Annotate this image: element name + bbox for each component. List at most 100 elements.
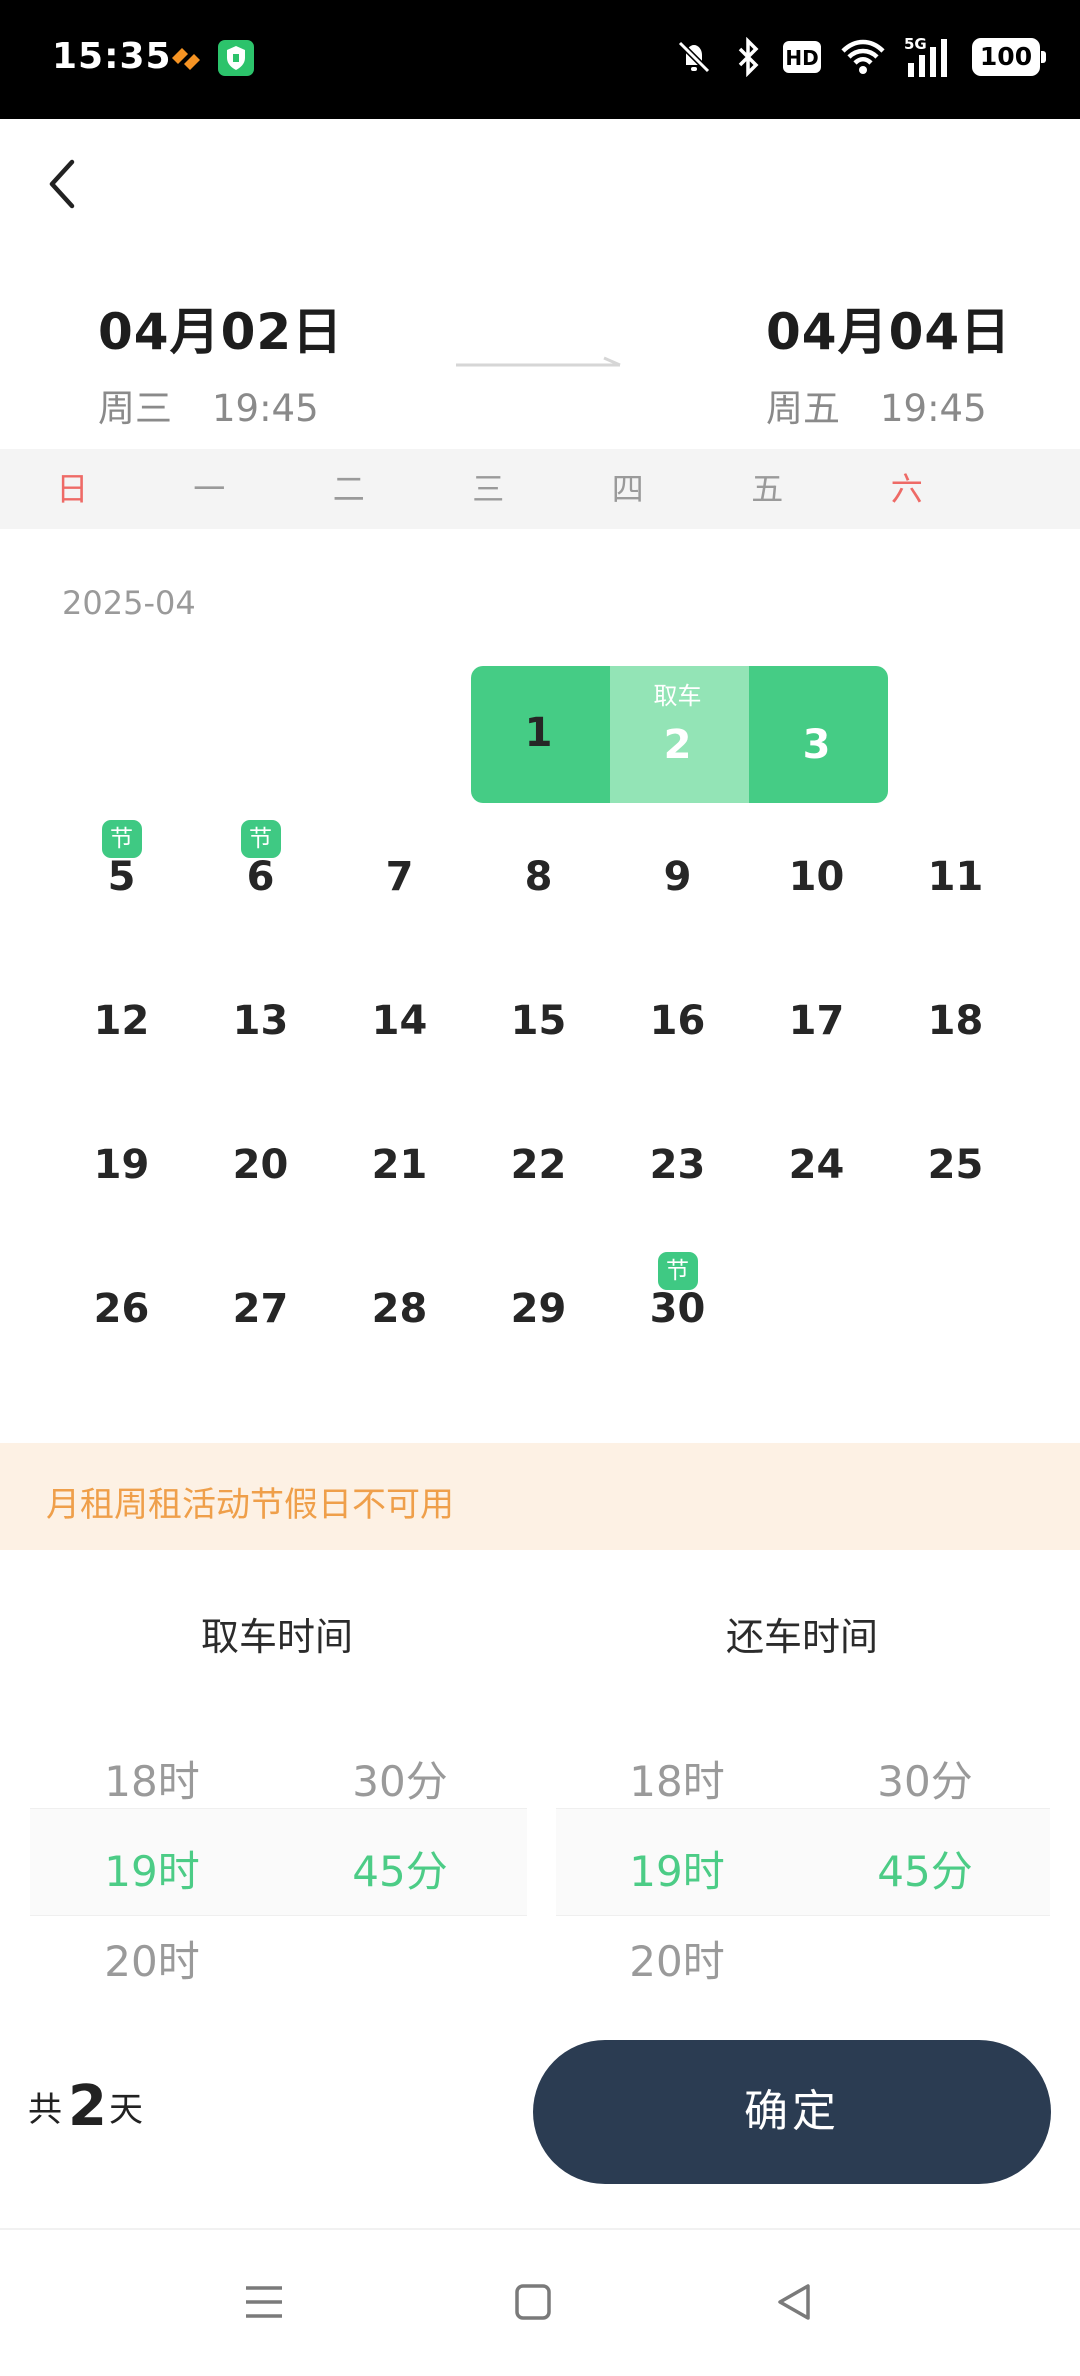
range-arrow-icon (456, 356, 621, 367)
calendar-day[interactable]: 12 (52, 954, 191, 1091)
status-bar: 15:35 HD 5G 100 (0, 0, 1080, 119)
pickup-minute-option[interactable]: 30分 (300, 1748, 500, 1809)
calendar-day[interactable]: 节6 (191, 810, 330, 947)
weekday-tue: 二 (332, 470, 365, 508)
calendar-day[interactable]: 14 (330, 954, 469, 1091)
calendar-day[interactable]: 21 (330, 1098, 469, 1235)
calendar-day-number: 28 (371, 1286, 428, 1332)
calendar-day[interactable]: 22 (469, 1098, 608, 1235)
calendar-day[interactable]: 26 (52, 1242, 191, 1379)
back-arrow-icon[interactable] (38, 150, 90, 218)
return-hour-option[interactable]: 18时 (577, 1748, 777, 1809)
calendar-day[interactable]: 节 30 (608, 1242, 747, 1379)
calendar-day[interactable]: 16 (608, 954, 747, 1091)
return-minute-option[interactable]: 30分 (825, 1748, 1025, 1809)
weekday-mon: 一 (193, 470, 226, 508)
calendar-day-number: 21 (371, 1142, 428, 1188)
home-square-icon[interactable] (513, 2282, 553, 2322)
calendar-day-number: 3 (802, 722, 831, 768)
calendar-day-number: 23 (649, 1142, 706, 1188)
weekday-fri: 五 (751, 470, 784, 508)
calendar-day[interactable]: 18 (886, 954, 1025, 1091)
pickup-time: 19:45 (212, 387, 319, 430)
calendar-day[interactable]: 17 (747, 954, 886, 1091)
calendar-day-number: 19 (93, 1142, 150, 1188)
calendar-day-number: 27 (232, 1286, 289, 1332)
pickup-weekday-time: 周三 19:45 (98, 378, 343, 432)
calendar-day[interactable]: 10 (747, 810, 886, 947)
return-tag: 还车 (931, 682, 980, 710)
weekday-sat: 六 (890, 470, 923, 508)
calendar-day[interactable]: 9 (608, 810, 747, 947)
calendar-day[interactable]: 24 (747, 1098, 886, 1235)
weekday-thu: 四 (611, 470, 644, 508)
calendar-day[interactable]: 8 (469, 810, 608, 947)
calendar-day[interactable]: 20 (191, 1098, 330, 1235)
calendar-day[interactable]: 还车 4 (886, 666, 1025, 803)
return-hour-option[interactable]: 20时 (577, 1928, 777, 1989)
return-minute-selected[interactable]: 45分 (825, 1838, 1025, 1899)
calendar-day-number: 14 (371, 998, 428, 1044)
pickup-hour-option[interactable]: 20时 (52, 1928, 252, 1989)
calendar-day-number: 12 (93, 998, 150, 1044)
calendar-day-number: 1 (524, 710, 553, 756)
calendar-day[interactable]: 13 (191, 954, 330, 1091)
calendar-day[interactable]: 节5 (52, 810, 191, 947)
calendar-day-number: 24 (788, 1142, 845, 1188)
mute-bell-icon (677, 40, 711, 74)
weekday-sun: 日 (56, 470, 89, 508)
rental-total: 共 2天 (28, 2070, 143, 2139)
holiday-badge: 节 (240, 820, 281, 858)
return-date-block[interactable]: 04月04日 周五 19:45 (766, 292, 1011, 432)
calendar-day[interactable]: 7 (330, 810, 469, 947)
total-suffix: 天 (108, 2090, 143, 2130)
status-time: 15:35 (52, 36, 172, 77)
holiday-badge: 节 (101, 820, 142, 858)
notice-banner: 月租周租活动节假日不可用 (0, 1443, 1080, 1550)
pickup-date-block[interactable]: 04月02日 周三 19:45 (98, 292, 343, 432)
total-prefix: 共 (28, 2090, 62, 2130)
pickup-date: 04月02日 (98, 303, 344, 361)
return-weekday-time: 周五 19:45 (766, 378, 1011, 432)
pickup-hour-option[interactable]: 18时 (52, 1748, 252, 1809)
holiday-badge: 节 (657, 1252, 698, 1290)
calendar-day-number: 15 (510, 998, 567, 1044)
svg-text:HD: HD (785, 46, 818, 70)
app-orange-icon (172, 48, 200, 70)
pickup-minute-selected[interactable]: 45分 (300, 1838, 500, 1899)
calendar-day-number: 18 (927, 998, 984, 1044)
calendar-day-number: 6 (246, 854, 275, 900)
month-label: 2025-04 (62, 584, 196, 622)
battery-icon: 100 (972, 38, 1046, 76)
calendar-day[interactable]: 19 (52, 1098, 191, 1235)
menu-icon[interactable] (244, 2282, 284, 2322)
calendar-day-number: 2 (663, 722, 692, 768)
calendar-day[interactable]: 3 (747, 666, 886, 803)
total-days: 2 (68, 2074, 107, 2139)
calendar-day[interactable]: 29 (469, 1242, 608, 1379)
bluetooth-icon (738, 37, 759, 77)
calendar-day-number: 11 (927, 854, 984, 900)
calendar-day-number: 25 (927, 1142, 984, 1188)
calendar-day-number: 10 (788, 854, 845, 900)
calendar-day-number: 30 (649, 1286, 706, 1332)
calendar-day[interactable]: 28 (330, 1242, 469, 1379)
confirm-button[interactable]: 确定 (533, 2040, 1051, 2184)
return-date: 04月04日 (766, 303, 1012, 361)
calendar-day[interactable]: 27 (191, 1242, 330, 1379)
calendar-day-number: 16 (649, 998, 706, 1044)
calendar-day[interactable]: 11 (886, 810, 1025, 947)
calendar-day[interactable]: 23 (608, 1098, 747, 1235)
pickup-hour-selected[interactable]: 19时 (52, 1838, 252, 1899)
pickup-tag: 取车 (653, 682, 702, 710)
calendar-day[interactable]: 1 (469, 666, 608, 803)
calendar-day[interactable]: 15 (469, 954, 608, 1091)
return-time-title: 还车时间 (725, 1615, 878, 1659)
calendar-day[interactable]: 25 (886, 1098, 1025, 1235)
calendar-day-number: 13 (232, 998, 289, 1044)
notice-text: 月租周租活动节假日不可用 (46, 1485, 454, 1525)
back-triangle-icon[interactable] (774, 2282, 814, 2322)
calendar-day[interactable]: 取车 2 (608, 666, 747, 803)
return-hour-selected[interactable]: 19时 (577, 1838, 777, 1899)
screen: 15:35 HD 5G 100 04月02日 周三 19:45 04月04日 周… (0, 0, 1080, 2376)
